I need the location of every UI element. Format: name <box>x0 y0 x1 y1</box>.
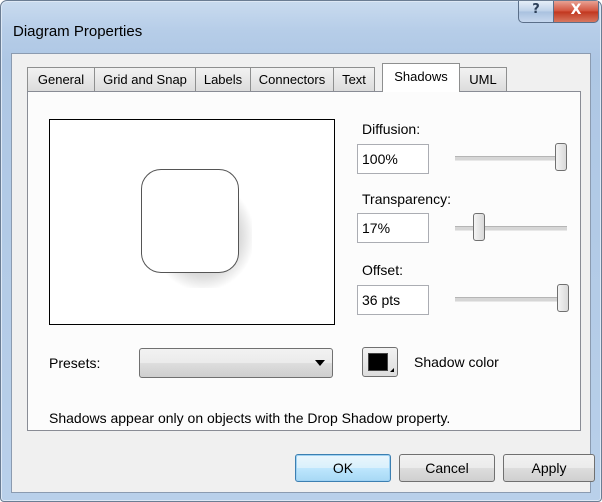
tab-uml[interactable]: UML <box>459 67 507 91</box>
offset-slider-track[interactable] <box>455 297 569 302</box>
tab-grid-and-snap[interactable]: Grid and Snap <box>94 67 196 91</box>
ok-button[interactable]: OK <box>295 454 391 482</box>
diffusion-slider-track[interactable] <box>455 156 567 161</box>
presets-dropdown[interactable] <box>139 348 333 378</box>
dialog-window: Diagram Properties ? X General Grid and … <box>0 0 602 502</box>
dialog-title: Diagram Properties <box>13 23 143 40</box>
close-icon: X <box>570 2 582 18</box>
shadows-note: Shadows appear only on objects with the … <box>49 410 451 426</box>
offset-field[interactable]: 36 pts <box>357 285 429 315</box>
shadow-color-label: Shadow color <box>414 354 499 370</box>
cancel-button[interactable]: Cancel <box>399 454 495 482</box>
shadow-color-button[interactable] <box>362 347 398 377</box>
chevron-down-icon <box>315 360 325 366</box>
offset-label: Offset: <box>362 262 403 278</box>
offset-slider-thumb[interactable] <box>557 284 569 312</box>
preview-shape <box>141 169 239 273</box>
tab-general[interactable]: General <box>27 67 95 91</box>
color-swatch-icon <box>368 353 388 371</box>
tab-text[interactable]: Text <box>333 67 375 91</box>
dropdown-corner-icon <box>390 368 394 372</box>
transparency-slider-track[interactable] <box>455 226 567 231</box>
transparency-field[interactable]: 17% <box>357 213 429 243</box>
close-button[interactable]: X <box>553 1 599 23</box>
tab-labels[interactable]: Labels <box>195 67 251 91</box>
help-icon: ? <box>532 2 540 17</box>
transparency-slider-thumb[interactable] <box>472 213 485 241</box>
diffusion-field[interactable]: 100% <box>357 144 429 174</box>
apply-button[interactable]: Apply <box>503 454 595 482</box>
diffusion-slider-thumb[interactable] <box>555 143 567 171</box>
help-button[interactable]: ? <box>518 1 554 23</box>
tab-connectors[interactable]: Connectors <box>250 67 334 91</box>
tab-shadows[interactable]: Shadows <box>382 63 460 92</box>
transparency-label: Transparency: <box>362 191 451 207</box>
diffusion-label: Diffusion: <box>362 121 421 137</box>
presets-label: Presets: <box>49 355 101 371</box>
